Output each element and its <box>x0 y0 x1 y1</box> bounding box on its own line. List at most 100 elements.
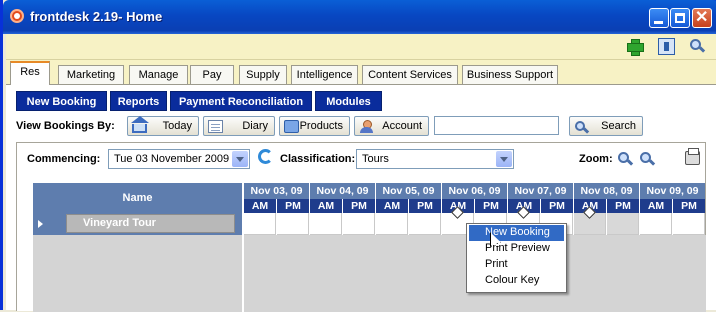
pm-header: PM <box>607 199 639 213</box>
am-header: AM <box>376 199 408 213</box>
tab-supply[interactable]: Supply <box>239 65 287 84</box>
pm-header: PM <box>277 199 309 213</box>
account-button[interactable]: Account <box>354 116 429 136</box>
pm-header: PM <box>673 199 705 213</box>
menu-item-colour-key[interactable]: Colour Key <box>469 273 564 289</box>
reports-button[interactable]: Reports <box>110 91 167 111</box>
maximize-icon <box>675 13 685 23</box>
pm-header: PM <box>409 199 441 213</box>
tab-marketing[interactable]: Marketing <box>58 65 124 84</box>
pm-slot[interactable] <box>343 213 375 235</box>
tab-content-services[interactable]: Content Services <box>362 65 458 84</box>
pm-slot[interactable] <box>409 213 441 235</box>
am-header: AM <box>244 199 276 213</box>
am-slot[interactable] <box>244 213 276 235</box>
tab-res[interactable]: Res <box>10 61 50 85</box>
diary-icon <box>208 120 223 133</box>
diary-label: Diary <box>242 120 268 132</box>
chevron-down-icon[interactable] <box>496 151 512 167</box>
pm-header: PM <box>343 199 375 213</box>
am-header: AM <box>640 199 672 213</box>
diary-button[interactable]: Diary <box>203 116 275 136</box>
zoom-icon[interactable] <box>689 38 706 55</box>
classification-value: Tours <box>362 153 389 165</box>
window-title: frontdesk 2.19- Home <box>30 9 163 24</box>
help-icon[interactable] <box>658 38 675 55</box>
search-button[interactable]: Search <box>569 116 643 136</box>
zoom-out-icon[interactable] <box>639 151 656 167</box>
row-name-cell[interactable]: Vineyard Tour <box>66 214 235 233</box>
minimize-icon <box>654 21 663 24</box>
tab-pay[interactable]: Pay <box>190 65 234 84</box>
minimize-button[interactable] <box>649 8 669 28</box>
refresh-icon[interactable] <box>258 149 273 164</box>
pm-slot[interactable] <box>673 213 705 235</box>
products-button[interactable]: Products <box>279 116 350 136</box>
search-input[interactable] <box>434 116 559 135</box>
top-toolbar <box>6 34 716 60</box>
context-menu: New Booking Print Preview Print Colour K… <box>466 223 567 293</box>
search-label: Search <box>601 120 636 132</box>
maximize-button[interactable] <box>670 8 690 28</box>
pm-slot[interactable] <box>607 213 639 235</box>
row-selector-icon <box>38 220 43 228</box>
tab-manage[interactable]: Manage <box>129 65 188 84</box>
day-header: Nov 04, 09 <box>310 183 375 199</box>
classification-label: Classification: <box>280 153 356 165</box>
print-icon[interactable] <box>685 148 700 165</box>
add-icon[interactable] <box>626 38 644 56</box>
menu-item-new-booking[interactable]: New Booking <box>469 225 564 241</box>
zoom-in-icon[interactable] <box>617 151 634 167</box>
today-label: Today <box>162 120 192 132</box>
app-window: frontdesk 2.19- Home ✕ Res Marketing Man… <box>0 0 716 312</box>
pm-header: PM <box>541 199 573 213</box>
day-header: Nov 09, 09 <box>640 183 705 199</box>
day-header: Nov 07, 09 <box>508 183 573 199</box>
am-slot[interactable] <box>640 213 672 235</box>
menu-item-print[interactable]: Print <box>469 257 564 273</box>
new-booking-button[interactable]: New Booking <box>16 91 107 111</box>
booking-grid: Name Vineyard Tour Nov 03, 09 AM PM Nov … <box>33 183 706 312</box>
modules-button[interactable]: Modules <box>315 91 382 111</box>
table-row[interactable]: Vineyard Tour <box>33 213 242 235</box>
pm-slot[interactable] <box>277 213 309 235</box>
day-column: Nov 05, 09 AM PM <box>376 183 442 235</box>
filter-panel: Commencing: Tue 03 November 2009 Classif… <box>16 142 706 312</box>
close-button[interactable]: ✕ <box>692 8 712 28</box>
day-header: Nov 06, 09 <box>442 183 507 199</box>
home-icon <box>131 116 149 133</box>
folder-icon <box>284 120 299 133</box>
tab-intelligence[interactable]: Intelligence <box>291 65 358 84</box>
day-header: Nov 08, 09 <box>574 183 639 199</box>
name-empty-area <box>33 235 242 312</box>
mouse-cursor-icon <box>490 232 502 248</box>
name-column-header: Name <box>33 183 242 213</box>
day-column: Nov 04, 09 AM PM <box>310 183 376 235</box>
close-icon: ✕ <box>695 9 709 26</box>
am-header: AM <box>310 199 342 213</box>
day-column: Nov 03, 09 AM PM <box>244 183 310 235</box>
today-button[interactable]: Today <box>127 116 199 136</box>
payment-reconciliation-button[interactable]: Payment Reconciliation <box>170 91 312 111</box>
am-slot[interactable] <box>574 206 606 235</box>
commencing-select[interactable]: Tue 03 November 2009 <box>108 149 250 169</box>
products-label: Products <box>299 120 343 132</box>
res-panel: New Booking Reports Payment Reconciliati… <box>6 84 716 312</box>
main-tabs: Res Marketing Manage Pay Supply Intellig… <box>6 60 716 85</box>
title-bar[interactable]: frontdesk 2.19- Home ✕ <box>3 0 716 34</box>
am-slot[interactable] <box>310 213 342 235</box>
view-bookings-label: View Bookings By: <box>16 120 115 132</box>
search-icon <box>574 120 590 134</box>
account-label: Account <box>382 120 422 132</box>
menu-item-print-preview[interactable]: Print Preview <box>469 241 564 257</box>
chevron-down-icon[interactable] <box>232 151 248 167</box>
commencing-label: Commencing: <box>27 153 101 165</box>
am-slot[interactable] <box>376 213 408 235</box>
day-column: Nov 08, 09 AM PM <box>574 183 640 235</box>
classification-select[interactable]: Tours <box>356 149 514 169</box>
day-column: Nov 09, 09 AM PM <box>640 183 706 235</box>
tab-business-support[interactable]: Business Support <box>462 65 558 84</box>
day-header: Nov 03, 09 <box>244 183 309 199</box>
day-header: Nov 05, 09 <box>376 183 441 199</box>
person-icon <box>359 120 374 133</box>
